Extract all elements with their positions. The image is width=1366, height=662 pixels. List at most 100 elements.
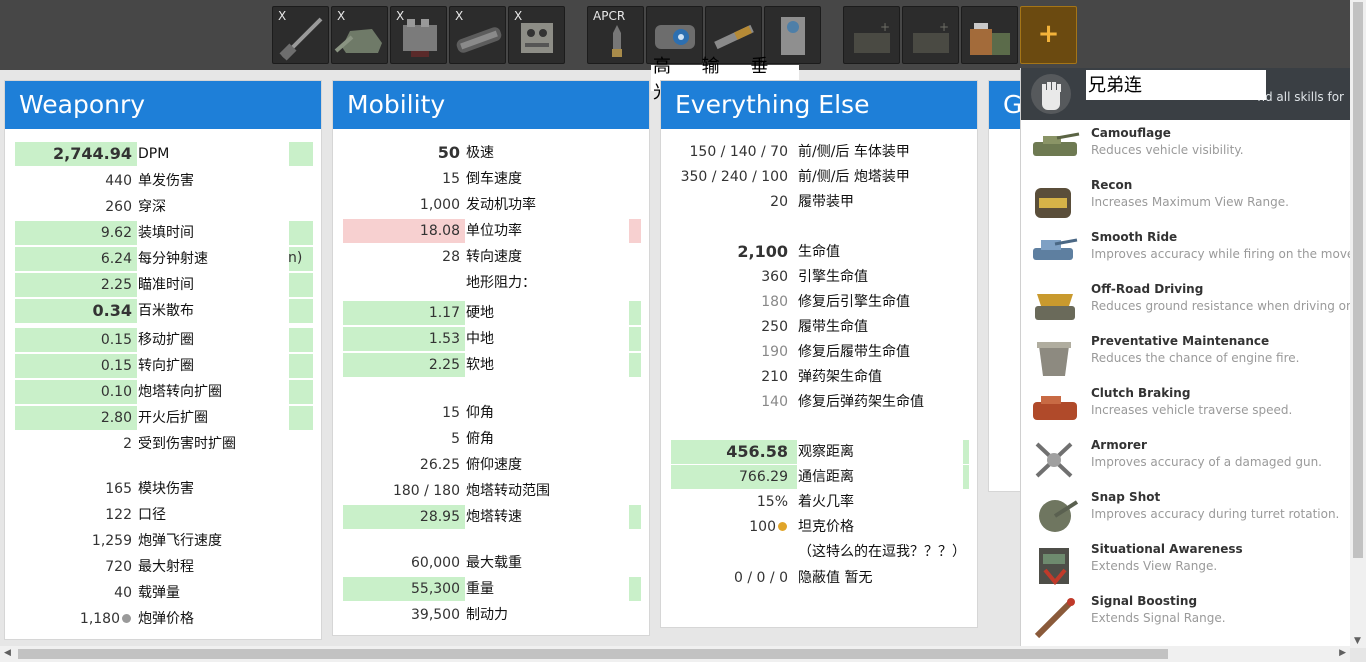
consumable-slot-3[interactable] bbox=[961, 6, 1018, 64]
stat-label: 百米散布 bbox=[138, 303, 194, 319]
skill-name: Smooth Ride bbox=[1091, 230, 1178, 244]
radio-module-slot[interactable]: X bbox=[508, 6, 565, 64]
everything-else-stat-row: 15% 着火几率 bbox=[671, 490, 969, 514]
stat-value: 28.95 bbox=[419, 509, 460, 525]
smooth-ride-skill-icon bbox=[1033, 238, 1078, 260]
stat-value: 350 / 240 / 100 bbox=[680, 169, 788, 185]
everything-else-stat-row: 190 修复后履带生命值 bbox=[671, 340, 969, 364]
stat-value: 1,180 bbox=[79, 611, 120, 627]
everything-else-panel: Everything Else 150 / 140 / 70 前/侧/后 车体装甲… bbox=[660, 80, 978, 628]
stat-value: 18.08 bbox=[419, 223, 460, 239]
stat-value: 150 / 140 / 70 bbox=[689, 144, 789, 160]
stat-label: DPM bbox=[138, 146, 170, 162]
skill-item[interactable]: Recon Increases Maximum View Range. bbox=[1021, 172, 1351, 224]
stat-label: 发动机功率 bbox=[466, 197, 536, 213]
weaponry-stat-row: 2.80 开火后扩圈 bbox=[15, 406, 313, 430]
horizontal-scrollbar[interactable]: ◀ ▶ bbox=[0, 646, 1350, 662]
stat-label: 转向扩圈 bbox=[138, 358, 194, 374]
weaponry-stat-row: 440 单发伤害 bbox=[15, 169, 313, 193]
stat-value: 60,000 bbox=[411, 555, 460, 571]
skill-name: Situational Awareness bbox=[1091, 542, 1243, 556]
stat-value: 456.58 bbox=[726, 442, 788, 461]
stat-label: 最大载重 bbox=[466, 555, 522, 571]
skill-description: Reduces vehicle visibility. bbox=[1091, 143, 1244, 157]
turret-module-slot[interactable]: X bbox=[331, 6, 388, 64]
stat-label: 俯仰速度 bbox=[466, 457, 522, 473]
stat-value: 2,744.94 bbox=[53, 144, 132, 163]
add-consumable-button[interactable]: + bbox=[1020, 6, 1077, 64]
tracks-module-slot[interactable]: X bbox=[449, 6, 506, 64]
stat-label: 炮塔转动范围 bbox=[466, 483, 550, 499]
stat-label: 坦克价格 bbox=[798, 519, 854, 535]
scroll-right-arrow-icon[interactable]: ▶ bbox=[1339, 648, 1346, 658]
skill-description: Extends View Range. bbox=[1091, 559, 1218, 573]
scroll-down-arrow-icon[interactable]: ▼ bbox=[1354, 636, 1361, 646]
skill-name: Preventative Maintenance bbox=[1091, 334, 1270, 348]
skill-item[interactable]: Situational Awareness Extends View Range. bbox=[1021, 536, 1351, 588]
engine-module-slot[interactable]: X bbox=[390, 6, 447, 64]
svg-text:+: + bbox=[939, 20, 949, 34]
stat-label: 软地 bbox=[466, 357, 494, 373]
vertical-scrollbar[interactable]: ▼ bbox=[1350, 0, 1366, 648]
skill-item[interactable]: Snap Shot Improves accuracy during turret… bbox=[1021, 484, 1351, 536]
weaponry-panel: Weaponry 2,744.94 DPM 440 单发伤害 260 穿深 9.62 装填时间… bbox=[4, 80, 322, 640]
skill-item[interactable]: Off-Road Driving Reduces ground resistanc… bbox=[1021, 276, 1366, 328]
stat-label: 最大射程 bbox=[138, 559, 194, 575]
stat-value: 0.15 bbox=[100, 358, 132, 374]
stat-value: 2.25 bbox=[428, 357, 460, 373]
stat-label: 着火几率 bbox=[798, 494, 854, 510]
stat-label: 移动扩圈 bbox=[138, 332, 194, 348]
mobility-stat-row: 28.95 炮塔转速 bbox=[343, 505, 641, 529]
skill-description: Improves accuracy during turret rotation… bbox=[1091, 507, 1340, 521]
stat-value: 28 bbox=[442, 249, 460, 265]
skill-item[interactable]: Preventative Maintenance Reduces the chan… bbox=[1021, 328, 1351, 380]
apcr-ammo-slot[interactable]: APCR bbox=[587, 6, 644, 64]
stat-value: 15% bbox=[756, 494, 788, 510]
stat-value: 5 bbox=[451, 431, 460, 447]
weaponry-stat-row: 122 口径 bbox=[15, 503, 313, 527]
stat-label: 炮弹价格 bbox=[138, 611, 194, 627]
stat-value: 122 bbox=[105, 507, 132, 523]
weaponry-stat-row: 9.62 装填时间 bbox=[15, 221, 313, 245]
stat-value: 190 bbox=[761, 344, 788, 360]
everything-else-stat-row: 210 弹药架生命值 bbox=[671, 365, 969, 389]
stat-label: 穿深 bbox=[138, 199, 166, 215]
stat-label: 履带生命值 bbox=[798, 319, 868, 335]
skill-item[interactable]: Armorer Improves accuracy of a damaged gu… bbox=[1021, 432, 1351, 484]
stat-label: 隐蔽值 暂无 bbox=[798, 570, 873, 586]
stat-value: 9.62 bbox=[100, 225, 132, 241]
stat-label: 中地 bbox=[466, 331, 494, 347]
horizontal-scroll-thumb[interactable] bbox=[18, 649, 1168, 659]
skill-item[interactable]: Smooth Ride Improves accuracy while firin… bbox=[1021, 224, 1358, 276]
scroll-left-arrow-icon[interactable]: ◀ bbox=[4, 648, 11, 658]
add-icon: + bbox=[1037, 19, 1060, 49]
weaponry-title: Weaponry bbox=[5, 81, 321, 129]
svg-text:+: + bbox=[880, 20, 890, 34]
empty-consumable-icon: + bbox=[854, 20, 890, 53]
skill-item[interactable]: Signal Boosting Extends Signal Range. bbox=[1021, 588, 1351, 640]
skill-item[interactable]: Clutch Braking Increases vehicle traverse… bbox=[1021, 380, 1351, 432]
skill-description: Extends Signal Range. bbox=[1091, 611, 1226, 625]
everything-else-stat-row: 20 履带装甲 bbox=[671, 190, 969, 214]
stat-value: 15 bbox=[442, 405, 460, 421]
stat-value: 1.17 bbox=[428, 305, 460, 321]
everything-else-stat-row: （这特么的在逗我？？？） bbox=[671, 540, 969, 564]
stat-label: 地形阻力： bbox=[466, 275, 536, 291]
mobility-stat-row: 55,300 重量 bbox=[343, 577, 641, 601]
vertical-scroll-thumb[interactable] bbox=[1353, 2, 1363, 558]
skills-header-hint: nd all skills for bbox=[1257, 90, 1344, 104]
weaponry-partial-text: n) bbox=[288, 250, 303, 266]
gun-module-slot[interactable]: X bbox=[272, 6, 329, 64]
weaponry-stat-row: 40 载弹量 bbox=[15, 581, 313, 605]
stat-value: 100 bbox=[749, 519, 776, 535]
consumable-slot-1[interactable]: + bbox=[843, 6, 900, 64]
clutch-braking-skill-icon bbox=[1033, 396, 1077, 420]
skill-item[interactable]: Camouflage Reduces vehicle visibility. bbox=[1021, 120, 1351, 172]
consumable-slot-2[interactable]: + bbox=[902, 6, 959, 64]
stat-label: 硬地 bbox=[466, 305, 494, 321]
stat-label: 修复后履带生命值 bbox=[798, 344, 910, 360]
stat-value: 40 bbox=[114, 585, 132, 601]
weaponry-stat-row: 0.10 炮塔转向扩圈 bbox=[15, 380, 313, 404]
gold-coin-icon bbox=[778, 522, 787, 531]
stat-value: 2.80 bbox=[100, 410, 132, 426]
